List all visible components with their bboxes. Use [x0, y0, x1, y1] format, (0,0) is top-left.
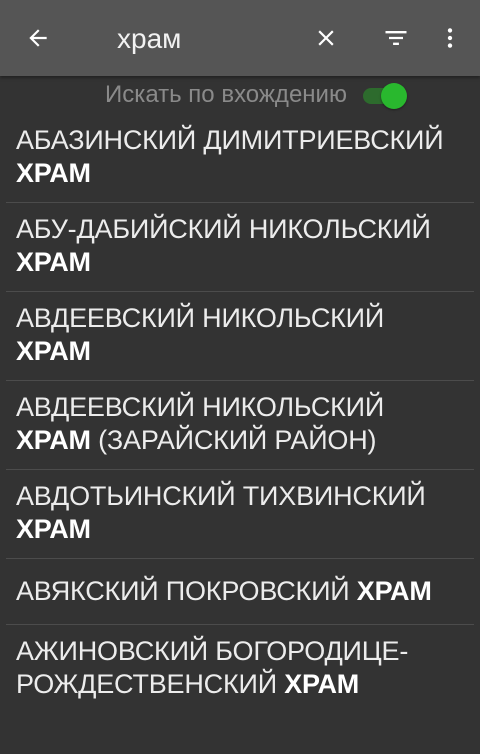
- substring-search-label: Искать по вхождению: [105, 81, 347, 108]
- result-match: ХРАМ: [16, 514, 91, 544]
- substring-search-option: Искать по вхождению: [0, 76, 480, 114]
- result-item[interactable]: АВДОТЬИНСКИЙ ТИХВИНСКИЙ ХРАМ: [6, 470, 474, 559]
- result-match: ХРАМ: [356, 576, 432, 606]
- search-input[interactable]: [117, 18, 297, 60]
- toggle-thumb: [380, 83, 407, 109]
- substring-search-toggle[interactable]: [362, 82, 407, 109]
- result-text: АВДЕЕВСКИЙ НИКОЛЬСКИЙ: [16, 392, 385, 422]
- result-match: ХРАМ: [16, 425, 91, 455]
- clear-search-button[interactable]: [302, 14, 350, 62]
- result-match: ХРАМ: [284, 669, 360, 699]
- results-list: АБАЗИНСКИЙ ДИМИТРИЕВСКИЙ ХРАМ АБУ-ДАБИЙС…: [0, 114, 480, 713]
- result-text: АВДЕЕВСКИЙ НИКОЛЬСКИЙ: [16, 303, 385, 333]
- close-icon: [318, 30, 334, 46]
- result-text: АВЯКСКИЙ ПОКРОВСКИЙ: [16, 576, 357, 606]
- result-text: АВДОТЬИНСКИЙ ТИХВИНСКИЙ: [16, 481, 426, 511]
- search-toolbar: [0, 0, 480, 76]
- result-item[interactable]: АВЯКСКИЙ ПОКРОВСКИЙ ХРАМ: [6, 559, 474, 625]
- result-item[interactable]: АВДЕЕВСКИЙ НИКОЛЬСКИЙ ХРАМ (ЗАРАЙСКИЙ РА…: [6, 381, 474, 470]
- result-match: ХРАМ: [16, 336, 91, 366]
- result-text: АБУ-ДАБИЙСКИЙ НИКОЛЬСКИЙ: [16, 214, 431, 244]
- result-item[interactable]: АБУ-ДАБИЙСКИЙ НИКОЛЬСКИЙ ХРАМ: [6, 203, 474, 292]
- more-vert-icon: [447, 28, 453, 48]
- result-match: ХРАМ: [16, 247, 91, 277]
- filter-icon: [385, 31, 407, 45]
- result-text: АБАЗИНСКИЙ ДИМИТРИЕВСКИЙ: [16, 125, 444, 155]
- back-button[interactable]: [14, 14, 62, 62]
- result-text-suffix: (ЗАРАЙСКИЙ РАЙОН): [90, 425, 377, 455]
- filter-button[interactable]: [372, 14, 420, 62]
- result-item[interactable]: АВДЕЕВСКИЙ НИКОЛЬСКИЙ ХРАМ: [6, 292, 474, 381]
- result-item[interactable]: АЖИНОВСКИЙ БОГОРОДИЦЕ-РОЖДЕСТВЕНСКИЙ ХРА…: [6, 625, 474, 713]
- result-match: ХРАМ: [16, 158, 91, 188]
- arrow-left-icon: [29, 29, 47, 47]
- result-item[interactable]: АБАЗИНСКИЙ ДИМИТРИЕВСКИЙ ХРАМ: [6, 114, 474, 203]
- more-options-button[interactable]: [426, 14, 474, 62]
